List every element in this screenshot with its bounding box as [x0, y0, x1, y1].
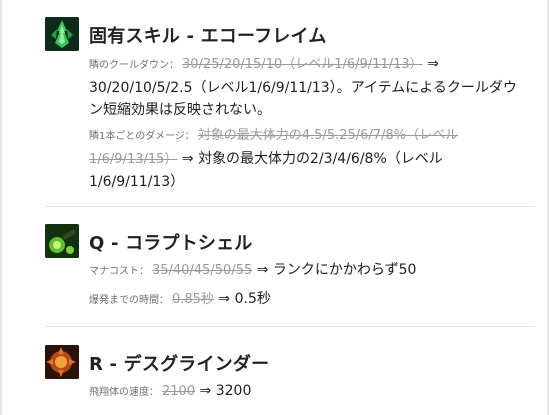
- section-title: R - デスグラインダー: [89, 354, 270, 375]
- patch-notes-panel: 固有スキル - エコーフレイム 隣のクールダウン： 30/25/20/15/10（…: [0, 0, 549, 415]
- old-value: 30/25/20/15/10（レベル1/6/9/11/13）: [182, 57, 423, 72]
- change-label: マナコスト：: [89, 266, 149, 277]
- change-label: 隣のクールダウン：: [89, 60, 179, 71]
- change-label: 飛翔体の速度：: [89, 387, 159, 398]
- corrupting-shell-icon: [45, 224, 79, 258]
- arrow: ⇒: [256, 262, 269, 278]
- arrow: ⇒: [427, 56, 439, 72]
- change-mana-cost: マナコスト： 35/40/45/50/55 ⇒ ランクにかかわらず50: [89, 259, 529, 283]
- new-value: 0.5秒: [234, 291, 271, 307]
- old-value: 2100: [162, 384, 196, 399]
- section-divider: [45, 206, 534, 207]
- old-value: 0.85秒: [172, 292, 214, 307]
- change-detonation-time: 爆発までの時間： 0.85秒 ⇒ 0.5秒: [89, 288, 529, 312]
- section-title: 固有スキル - エコーフレイム: [89, 26, 327, 47]
- change-label: 隣1本ごとのダメージ：: [89, 131, 195, 142]
- change-cooldown: 隣のクールダウン： 30/25/20/15/10（レベル1/6/9/11/13） …: [89, 53, 529, 121]
- change-damage: 隣1本ごとのダメージ： 対象の最大体力の4.5/5.25/6/7/8%（レベル1/…: [89, 124, 529, 193]
- change-label: 爆発までの時間：: [89, 295, 169, 306]
- old-value: 35/40/45/50/55: [152, 263, 253, 278]
- section-divider: [45, 326, 534, 327]
- change-projectile-speed: 飛翔体の速度： 2100 ⇒ 3200: [89, 380, 529, 404]
- arrow: ⇒: [218, 291, 231, 307]
- new-value: ランクにかかわらず50: [272, 262, 417, 278]
- arrow: ⇒: [199, 383, 212, 399]
- echo-flame-icon: [45, 17, 79, 51]
- arrow: ⇒: [181, 151, 194, 167]
- new-value: 30/20/10/5/2.5（レベル1/6/9/11/13）。アイテムによるクー…: [89, 80, 517, 118]
- new-value: 3200: [215, 383, 252, 399]
- section-title: Q - コラプトシェル: [89, 233, 253, 254]
- death-grinder-icon: [45, 345, 79, 379]
- left-edge: [0, 0, 2, 415]
